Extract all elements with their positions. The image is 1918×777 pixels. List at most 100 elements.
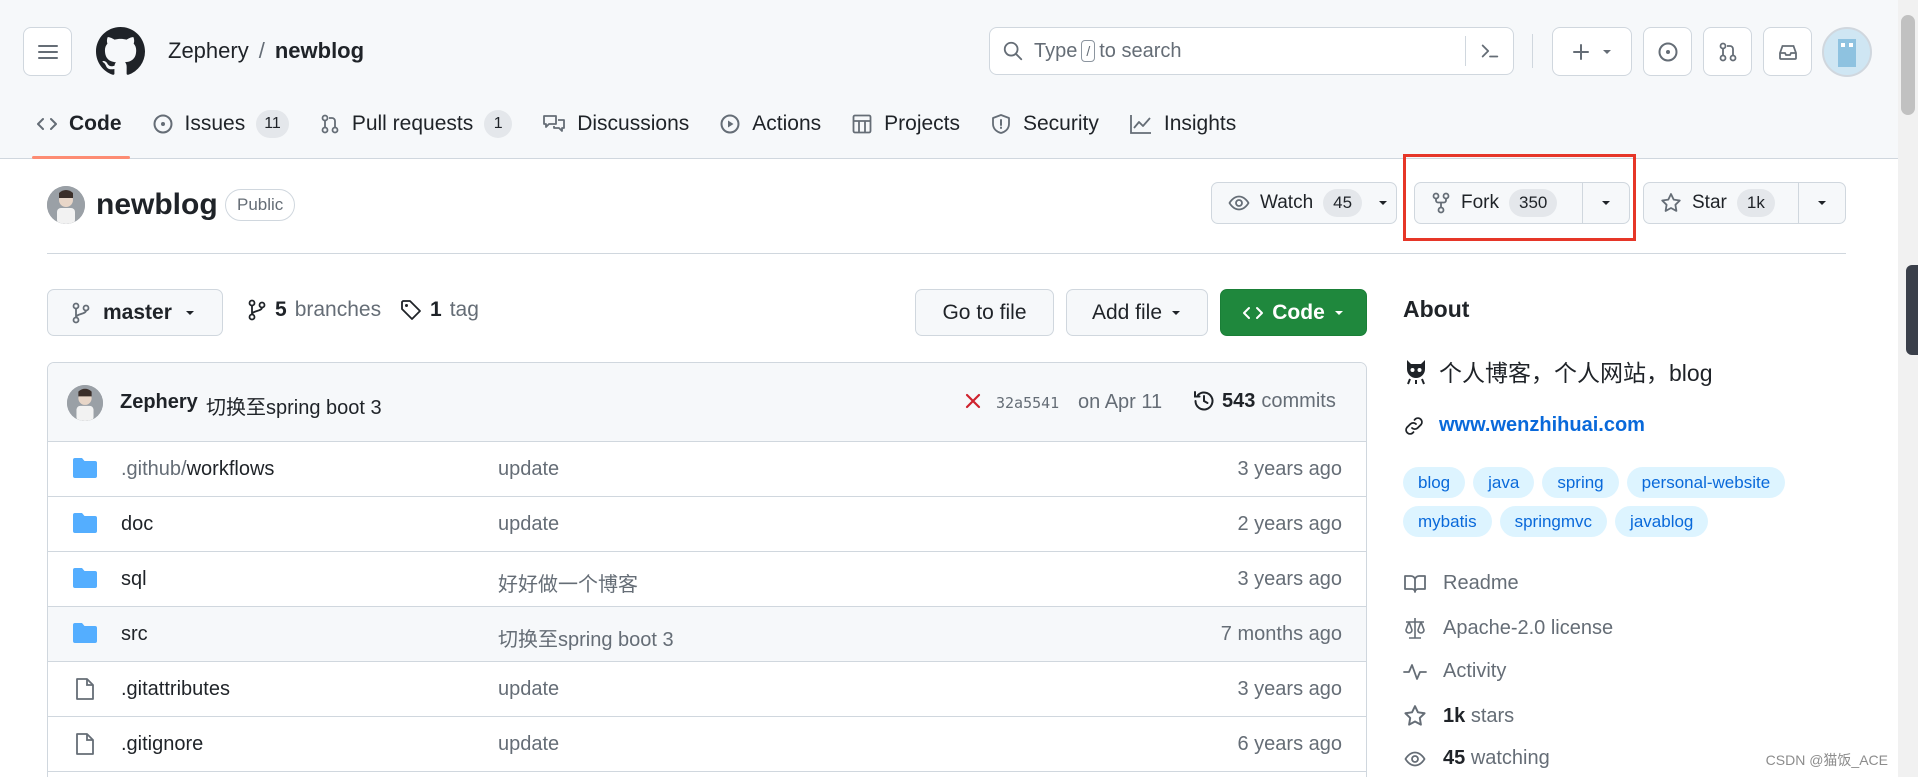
- commits-link[interactable]: 543 commits: [1192, 389, 1336, 413]
- tab-projects[interactable]: Projects: [839, 100, 978, 148]
- tab-code[interactable]: Code: [24, 100, 140, 159]
- pull-requests-button[interactable]: [1703, 27, 1752, 76]
- visibility-badge: Public: [225, 189, 296, 221]
- header-divider: [1532, 34, 1533, 68]
- search-placeholder-before: Type: [1034, 39, 1078, 62]
- activity-label: Activity: [1443, 660, 1507, 682]
- license-link[interactable]: Apache-2.0 license: [1403, 616, 1613, 640]
- code-dropdown-button[interactable]: Code: [1220, 289, 1367, 336]
- pull-request-icon: [321, 114, 339, 134]
- commit-sha[interactable]: 32a5541: [996, 394, 1059, 412]
- folder-icon: [72, 512, 98, 534]
- watch-button[interactable]: Watch 45: [1211, 182, 1397, 224]
- website-link[interactable]: www.wenzhihuai.com: [1403, 414, 1645, 437]
- table-row[interactable]: doc update 2 years ago: [48, 497, 1366, 552]
- side-panel-handle[interactable]: [1906, 265, 1918, 355]
- license-label: Apache-2.0 license: [1443, 616, 1614, 639]
- star-button[interactable]: Star 1k: [1643, 182, 1846, 224]
- watching-link[interactable]: 45 watching: [1403, 747, 1550, 770]
- file-name[interactable]: doc: [121, 513, 153, 536]
- file-commit-message[interactable]: update: [498, 678, 559, 701]
- tab-security[interactable]: Security: [978, 100, 1117, 148]
- branch-name: master: [103, 300, 172, 324]
- command-palette-button[interactable]: [1465, 36, 1513, 66]
- history-icon: [1194, 391, 1214, 411]
- tab-pull-requests[interactable]: Pull requests 1: [307, 100, 530, 148]
- owner-link[interactable]: Zephery: [168, 38, 249, 64]
- repo-title[interactable]: newblog: [96, 188, 218, 222]
- tab-insights[interactable]: Insights: [1117, 100, 1254, 148]
- tab-issues[interactable]: Issues 11: [140, 100, 307, 148]
- code-button-label: Code: [1272, 300, 1325, 324]
- file-name[interactable]: sql: [121, 568, 147, 591]
- readme-link[interactable]: Readme: [1403, 572, 1519, 595]
- search-input[interactable]: Type / to search: [989, 27, 1514, 75]
- file-commit-message[interactable]: 切换至spring boot 3: [498, 623, 674, 652]
- star-main[interactable]: Star 1k: [1644, 183, 1798, 223]
- commit-message[interactable]: 切换至spring boot 3: [206, 391, 382, 420]
- page-scrollbar[interactable]: [1898, 0, 1918, 777]
- user-avatar[interactable]: [1822, 27, 1872, 77]
- watching-label: watching: [1470, 747, 1550, 769]
- tab-actions[interactable]: Actions: [707, 100, 839, 148]
- tab-discussions[interactable]: Discussions: [530, 100, 707, 148]
- topic-tag[interactable]: javablog: [1615, 506, 1709, 537]
- table-row[interactable]: .github/workflows update 3 years ago: [48, 442, 1366, 497]
- tab-label: Pull requests: [351, 112, 474, 135]
- table-row[interactable]: .gitignore update 6 years ago: [48, 717, 1366, 772]
- repo-nav-tabs: Code Issues 11 Pull requests 1 Discussio…: [24, 100, 1254, 159]
- add-file-button[interactable]: Add file: [1066, 289, 1208, 336]
- table-row[interactable]: sql 好好做一个博客 3 years ago: [48, 552, 1366, 607]
- topic-tag[interactable]: personal-website: [1626, 467, 1786, 498]
- commit-author-avatar[interactable]: [67, 385, 103, 421]
- repo-owner-avatar[interactable]: [47, 186, 85, 224]
- create-new-button[interactable]: [1552, 27, 1632, 76]
- file-icon: [75, 677, 95, 701]
- topic-tag[interactable]: java: [1473, 467, 1535, 498]
- inbox-button[interactable]: [1763, 27, 1812, 76]
- github-logo-icon[interactable]: [96, 27, 145, 76]
- file-name[interactable]: .gitattributes: [121, 678, 230, 701]
- pull-request-icon: [1719, 42, 1736, 61]
- file-name[interactable]: src: [121, 623, 148, 646]
- file-name[interactable]: .gitignore: [121, 733, 203, 756]
- issues-counter: 11: [256, 110, 289, 138]
- file-name[interactable]: .github/workflows: [121, 458, 274, 481]
- topic-tag[interactable]: spring: [1542, 467, 1619, 498]
- repo-link[interactable]: newblog: [275, 38, 364, 64]
- table-row[interactable]: src 切换至spring boot 3 7 months ago: [48, 607, 1366, 662]
- issue-icon: [153, 114, 172, 134]
- issues-button[interactable]: [1643, 27, 1692, 76]
- file-age: 3 years ago: [1237, 568, 1342, 590]
- branch-selector[interactable]: master: [47, 289, 223, 336]
- tab-label: Discussions: [577, 112, 690, 135]
- chevron-down-icon: [185, 310, 194, 315]
- activity-link[interactable]: Activity: [1403, 660, 1506, 683]
- branches-link[interactable]: 5 branches: [247, 298, 381, 322]
- link-icon: [1405, 416, 1423, 435]
- file-commit-message[interactable]: update: [498, 733, 559, 756]
- repo-header-divider: [47, 253, 1846, 254]
- git-branch-icon: [72, 302, 90, 323]
- go-to-file-button[interactable]: Go to file: [915, 289, 1054, 336]
- star-dropdown[interactable]: [1797, 183, 1845, 223]
- chevron-down-icon: [1334, 310, 1343, 315]
- topic-tag[interactable]: springmvc: [1499, 506, 1608, 537]
- commit-author[interactable]: Zephery: [120, 391, 198, 414]
- check-failed-icon[interactable]: [963, 391, 983, 411]
- code-icon: [1243, 306, 1264, 319]
- topic-tag[interactable]: blog: [1403, 467, 1466, 498]
- watch-dropdown[interactable]: [1370, 197, 1396, 209]
- file-commit-message[interactable]: update: [498, 513, 559, 536]
- octocat-icon: [1407, 360, 1425, 385]
- watch-main[interactable]: Watch 45: [1212, 183, 1370, 223]
- tags-link[interactable]: 1 tag: [400, 298, 479, 322]
- topic-tag[interactable]: mybatis: [1403, 506, 1492, 537]
- stars-link[interactable]: 1k stars: [1403, 704, 1514, 728]
- scrollbar-thumb[interactable]: [1901, 15, 1915, 115]
- table-row[interactable]: .gitattributes update 3 years ago: [48, 662, 1366, 717]
- file-commit-message[interactable]: 好好做一个博客: [498, 568, 638, 597]
- tab-label: Projects: [884, 112, 960, 135]
- file-commit-message[interactable]: update: [498, 458, 559, 481]
- menu-button[interactable]: [23, 27, 72, 76]
